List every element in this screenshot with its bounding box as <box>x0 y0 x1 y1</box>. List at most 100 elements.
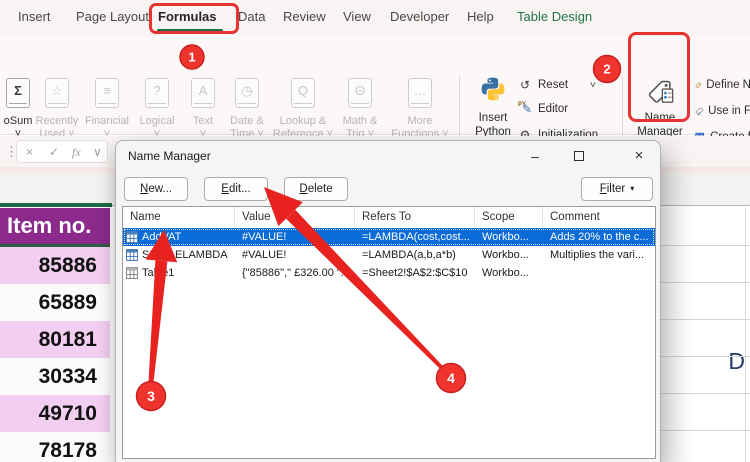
gridline <box>661 282 750 283</box>
new-button[interactable]: New... <box>124 177 188 201</box>
names-list: Name Value Refers To Scope Comment AddVA… <box>122 206 656 459</box>
use-in-formula-label: Use in F <box>708 105 750 117</box>
tag-fx-icon: fx <box>695 107 703 115</box>
tab-view[interactable]: View <box>343 9 371 24</box>
cell-a4[interactable]: 80181 <box>0 321 110 358</box>
minimize-button[interactable]: – <box>524 145 546 167</box>
column-header-d[interactable]: D <box>728 348 745 375</box>
chevron-down-icon[interactable]: ∨ <box>93 145 102 159</box>
tab-page-layout[interactable]: Page Layout <box>76 9 149 24</box>
star-icon: ☆ <box>45 78 69 108</box>
value-cell: {"85886"," £326.00 "... <box>242 267 350 279</box>
scope-cell: Workbo... <box>482 231 529 243</box>
delete-button[interactable]: Delete <box>284 177 348 201</box>
cell-a7[interactable]: 78178 <box>0 432 110 462</box>
tag-icon <box>695 82 701 88</box>
column-header-refers-to[interactable]: Refers To <box>355 207 475 228</box>
dropdown-caret-icon: ▾ <box>630 184 635 193</box>
gridline <box>661 356 750 357</box>
excel-window: Insert Page Layout Formulas Data Review … <box>0 0 750 462</box>
enter-icon[interactable]: ✓ <box>49 145 59 159</box>
cell-a6[interactable]: 49710 <box>0 395 110 432</box>
name-cell: AddVAT <box>142 231 182 243</box>
insert-python-button[interactable]: Insert Python <box>470 76 516 139</box>
name-cell: Table1 <box>142 267 175 279</box>
list-header-row: Name Value Refers To Scope Comment <box>123 207 655 228</box>
editor-label: Editor <box>538 103 569 115</box>
tab-review[interactable]: Review <box>283 9 326 24</box>
edit-button[interactable]: Edit... <box>204 177 268 201</box>
active-tab-underline <box>157 29 223 32</box>
define-name-button[interactable]: Define N <box>695 77 750 93</box>
tab-data[interactable]: Data <box>238 9 265 24</box>
table-header-cell[interactable]: Item no. <box>0 208 110 244</box>
cell-a3[interactable]: 65889 <box>0 284 110 321</box>
table-icon <box>126 249 138 261</box>
gridline <box>745 207 746 462</box>
column-header-comment[interactable]: Comment <box>543 207 655 228</box>
name-manager-dialog: Name Manager – × New... Edit... Delete F… <box>115 140 661 462</box>
coins-icon: ≡ <box>95 78 119 108</box>
tab-insert[interactable]: Insert <box>18 9 51 24</box>
tab-developer[interactable]: Developer <box>390 9 449 24</box>
refers-to-cell: =Sheet2!$A$2:$C$10 <box>362 267 468 279</box>
list-row-addvat[interactable]: AddVAT #VALUE! =LAMBDA(cost,cost... Work… <box>123 228 655 246</box>
gridline <box>661 393 750 394</box>
svg-text:fx: fx <box>698 110 701 115</box>
more-functions-button[interactable]: … More Functions ˅ <box>382 78 458 141</box>
scope-cell: Workbo... <box>482 267 529 279</box>
dialog-title: Name Manager <box>128 149 211 163</box>
gridline <box>661 319 750 320</box>
gridline <box>661 430 750 431</box>
insert-python-label: Insert <box>478 112 508 124</box>
column-header-scope[interactable]: Scope <box>475 207 543 228</box>
insert-function-icon[interactable]: fx <box>72 145 81 160</box>
name-tag-icon <box>648 80 674 103</box>
close-button[interactable]: × <box>628 145 650 167</box>
comment-cell: Multiplies the vari... <box>550 249 645 261</box>
scope-cell: Workbo... <box>482 249 529 261</box>
column-header-name[interactable]: Name <box>123 207 235 228</box>
magnifier-icon: Q <box>291 78 315 108</box>
value-cell: #VALUE! <box>242 249 287 261</box>
define-name-label: Define N <box>706 79 750 91</box>
theta-icon: Θ <box>348 78 372 108</box>
tab-table-design[interactable]: Table Design <box>517 9 592 24</box>
gridline <box>661 245 750 246</box>
python-reset-button[interactable]: ↺ Reset ˅ <box>518 76 596 94</box>
ribbon: Σ oSum ˅ ☆ Recently Used ˅ ≡ Financial ˅… <box>0 36 750 165</box>
maximize-icon <box>574 151 584 161</box>
filter-button[interactable]: Filter ▾ <box>581 177 653 201</box>
clock-icon: ◷ <box>235 78 259 108</box>
cell-a2[interactable]: 85886 <box>0 247 110 284</box>
table-icon <box>126 267 138 279</box>
tab-formulas[interactable]: Formulas <box>158 9 217 24</box>
formula-bar-controls: × ✓ fx ∨ <box>16 140 108 163</box>
ellipsis-icon: … <box>408 78 432 108</box>
refers-to-cell: =LAMBDA(cost,cost... <box>362 231 470 243</box>
maximize-button[interactable] <box>568 145 590 167</box>
selected-column-underline <box>0 203 112 207</box>
name-cell: SIMPLELAMBDA <box>142 249 228 261</box>
refers-to-cell: =LAMBDA(a,b,a*b) <box>362 249 456 261</box>
ribbon-tab-bar: Insert Page Layout Formulas Data Review … <box>0 0 750 36</box>
py-pencil-icon: PY✎ <box>518 102 533 116</box>
undo-icon: ↺ <box>519 78 531 92</box>
column-header-value[interactable]: Value <box>235 207 355 228</box>
value-cell: #VALUE! <box>242 231 287 243</box>
reset-label: Reset <box>538 79 569 91</box>
button-label: More <box>407 115 433 127</box>
name-manager-button[interactable]: Name Manager <box>632 74 688 139</box>
name-manager-label: Name <box>644 112 676 124</box>
tab-help[interactable]: Help <box>467 9 494 24</box>
comment-cell: Adds 20% to the c... <box>550 231 649 243</box>
list-row-simplelambda[interactable]: SIMPLELAMBDA #VALUE! =LAMBDA(a,b,a*b) Wo… <box>123 246 655 264</box>
list-row-table1[interactable]: Table1 {"85886"," £326.00 "... =Sheet2!$… <box>123 264 655 282</box>
python-icon <box>481 77 505 101</box>
cancel-icon[interactable]: × <box>26 145 33 159</box>
chevron-down-icon[interactable]: ˅ <box>590 80 596 91</box>
use-in-formula-button[interactable]: fx Use in F <box>695 103 750 119</box>
table-icon <box>126 231 138 243</box>
python-editor-button[interactable]: PY✎ Editor <box>518 100 568 118</box>
cell-a5[interactable]: 30334 <box>0 358 110 395</box>
